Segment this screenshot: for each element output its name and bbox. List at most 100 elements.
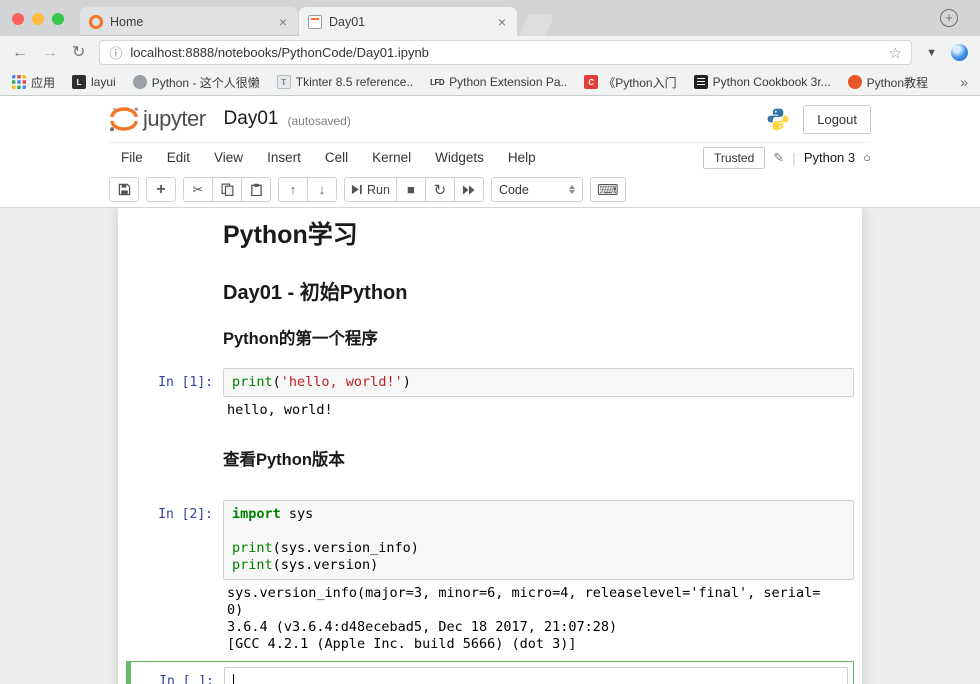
input-prompt: In [2]: (126, 500, 223, 523)
output-area-2: sys.version_info(major=3, minor=6, micro… (223, 585, 854, 653)
tab-day01-label: Day01 (329, 15, 489, 29)
markdown-cell-version[interactable]: 查看Python版本 (223, 450, 854, 470)
bookmark-favicon: C (584, 75, 598, 89)
jupyter-logo-text[interactable]: jupyter (143, 106, 206, 132)
zoom-window-button[interactable] (52, 13, 64, 25)
kernel-idle-icon: ○ (863, 150, 871, 165)
bookmark-label: 《Python入门 (603, 74, 676, 91)
cell-type-select[interactable]: Code (491, 177, 583, 202)
menu-widgets[interactable]: Widgets (423, 150, 496, 165)
new-tab-button[interactable] (520, 14, 555, 36)
python-logo-icon (766, 107, 790, 131)
bookmark-favicon (848, 75, 862, 89)
close-tab-icon[interactable]: × (277, 15, 289, 29)
bookmark-apps[interactable]: 应用 (12, 74, 55, 91)
code-input-1[interactable]: print('hello, world!') (223, 368, 854, 397)
bookmark-python-extension[interactable]: LFD Python Extension Pa.. (430, 75, 567, 89)
code-cell-empty-selected[interactable]: In [ ]: (126, 661, 854, 684)
bookmark-tkinter-reference[interactable]: T Tkinter 8.5 reference.. (277, 75, 413, 89)
menu-help[interactable]: Help (496, 150, 548, 165)
autosave-status: (autosaved) (287, 110, 350, 128)
move-cell-up-button[interactable]: ↑ (278, 177, 308, 202)
add-cell-button[interactable]: + (146, 177, 176, 202)
bookmarks-overflow-icon[interactable]: » (960, 74, 968, 90)
heading-check-version: 查看Python版本 (223, 450, 854, 470)
paste-icon (250, 183, 263, 196)
bookmark-favicon (133, 75, 147, 89)
jupyter-header: jupyter Day01 (autosaved) Logout (0, 96, 980, 142)
menu-cell[interactable]: Cell (313, 150, 360, 165)
code-cell-2[interactable]: In [2]: import sys print(sys.version_inf… (126, 500, 854, 580)
bookmark-python-intro[interactable]: C 《Python入门 (584, 74, 676, 91)
back-icon[interactable]: ← (12, 45, 28, 61)
run-cell-button[interactable]: Run (344, 177, 397, 202)
notebook-toolbar: + ✂ ↑ ↓ (0, 172, 980, 208)
run-label: Run (367, 183, 390, 197)
heading-first-program: Python的第一个程序 (223, 329, 854, 349)
url-text[interactable]: localhost:8888/notebooks/PythonCode/Day0… (130, 45, 880, 60)
tab-home-label: Home (110, 15, 270, 29)
notebook-scroll-area[interactable]: Python学习 Day01 - 初始Python Python的第一个程序 I… (0, 208, 980, 684)
divider: | (792, 150, 796, 166)
cell-type-value: Code (499, 183, 529, 197)
page-info-icon[interactable]: ⓘ (109, 43, 122, 62)
close-tab-icon[interactable]: × (496, 15, 508, 29)
menu-view[interactable]: View (202, 150, 255, 165)
tab-home[interactable]: Home × (80, 7, 298, 36)
bookmark-star-icon[interactable]: ☆ (889, 44, 902, 62)
save-button[interactable] (109, 177, 139, 202)
copy-cell-button[interactable] (212, 177, 242, 202)
markdown-cell-title[interactable]: Python学习 Day01 - 初始Python Python的第一个程序 (223, 221, 854, 349)
menu-insert[interactable]: Insert (255, 150, 313, 165)
close-window-button[interactable] (12, 13, 24, 25)
restart-run-all-button[interactable] (454, 177, 484, 202)
menu-kernel[interactable]: Kernel (360, 150, 423, 165)
bookmark-layui[interactable]: L layui (72, 75, 116, 89)
output-text-1: hello, world! (223, 402, 820, 419)
window-controls (12, 13, 64, 25)
input-prompt: In [ ]: (127, 667, 224, 684)
text-cursor (233, 674, 234, 684)
reload-icon[interactable]: ↻ (72, 45, 85, 61)
heading-python-study: Python学习 (223, 221, 854, 249)
browser-window: Home × Day01 × + ← → ↻ ⓘ localhost:8888/… (0, 0, 980, 684)
edit-mode-pencil-icon: ✎ (773, 150, 784, 166)
paste-cell-button[interactable] (241, 177, 271, 202)
browser-toolbar: ← → ↻ ⓘ localhost:8888/notebooks/PythonC… (0, 36, 980, 69)
bookmark-label: 应用 (31, 74, 55, 91)
notebook-favicon (308, 15, 322, 29)
input-prompt: In [1]: (126, 368, 223, 391)
bookmark-python-cookbook[interactable]: Python Cookbook 3r... (694, 75, 831, 89)
code-input-empty[interactable] (224, 667, 848, 684)
restart-kernel-button[interactable]: ↻ (425, 177, 455, 202)
minimize-window-button[interactable] (32, 13, 44, 25)
logout-button[interactable]: Logout (803, 105, 871, 134)
output-area-1: hello, world! (223, 402, 854, 419)
extension-globe-icon[interactable] (951, 44, 968, 61)
bookmark-label: Tkinter 8.5 reference.. (296, 75, 413, 89)
move-cell-down-button[interactable]: ↓ (307, 177, 337, 202)
notebook-title[interactable]: Day01 (224, 108, 279, 130)
code-cell-1[interactable]: In [1]: print('hello, world!') (126, 368, 854, 397)
apps-grid-icon (12, 75, 26, 89)
download-icon[interactable]: ▼ (926, 47, 937, 59)
forward-icon[interactable]: → (42, 45, 58, 61)
bookmark-favicon: L (72, 75, 86, 89)
bookmark-python-tutorial[interactable]: Python教程 (848, 74, 928, 91)
bookmark-python-blog[interactable]: Python - 这个人很懒 (133, 74, 260, 91)
tab-day01[interactable]: Day01 × (299, 7, 517, 36)
address-bar[interactable]: ⓘ localhost:8888/notebooks/PythonCode/Da… (99, 40, 912, 65)
tab-strip: Home × Day01 × + (0, 0, 980, 36)
interrupt-kernel-button[interactable]: ■ (396, 177, 426, 202)
copy-icon (221, 183, 234, 196)
plus-circle-icon[interactable]: + (940, 9, 958, 27)
trusted-badge[interactable]: Trusted (703, 147, 765, 169)
menu-edit[interactable]: Edit (155, 150, 202, 165)
bookmark-label: Python教程 (867, 74, 928, 91)
menu-file[interactable]: File (109, 150, 155, 165)
bookmark-label: Python Cookbook 3r... (713, 75, 831, 89)
jupyter-logo-icon (109, 106, 139, 133)
code-input-2[interactable]: import sys print(sys.version_info) print… (223, 500, 854, 580)
command-palette-button[interactable]: ⌨ (590, 177, 626, 202)
cut-cell-button[interactable]: ✂ (183, 177, 213, 202)
